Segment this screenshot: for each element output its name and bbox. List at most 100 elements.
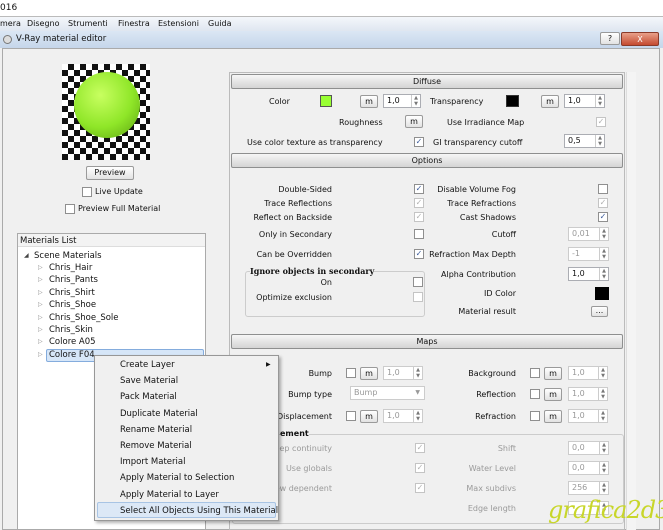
trace-refractions-label: Trace Refractions bbox=[447, 199, 516, 208]
water-level-field[interactable]: 0,0 ▲ ▼ bbox=[568, 461, 609, 475]
roughness-label: Roughness bbox=[339, 118, 383, 127]
cast-shadows-checkbox[interactable]: ✓ bbox=[598, 212, 608, 222]
menu-finestra[interactable]: Finestra bbox=[118, 19, 150, 28]
menu-disegno[interactable]: Disegno bbox=[27, 19, 60, 28]
menu-guida[interactable]: Guida bbox=[208, 19, 231, 28]
transparency-amount-field[interactable]: 1,0 ▲ ▼ bbox=[564, 94, 605, 108]
disable-fog-label: Disable Volume Fog bbox=[437, 185, 516, 194]
id-color-label: ID Color bbox=[484, 289, 516, 298]
context-menu-item[interactable]: Apply Material to Layer bbox=[120, 490, 219, 500]
edge-length-label: Edge length bbox=[467, 504, 516, 513]
preview-sphere bbox=[74, 72, 140, 138]
irradiance-label: Use Irradiance Map bbox=[447, 118, 525, 127]
refraction-map-button[interactable]: m bbox=[544, 410, 562, 423]
maps-header[interactable]: Maps bbox=[231, 334, 623, 349]
material-preview-image bbox=[62, 64, 150, 160]
tree-item-material[interactable]: Chris_Hair bbox=[49, 263, 92, 273]
tree-item-material[interactable]: Chris_Shoe bbox=[49, 300, 96, 310]
expand-icon[interactable]: ▷ bbox=[38, 338, 43, 345]
expand-icon[interactable]: ▷ bbox=[38, 314, 43, 321]
reflection-checkbox[interactable] bbox=[530, 389, 540, 399]
ignore-group-title: Ignore objects in secondary bbox=[250, 266, 375, 276]
tree-item-material[interactable]: Chris_Skin bbox=[49, 325, 93, 335]
context-menu-item[interactable]: Duplicate Material bbox=[120, 409, 198, 419]
trace-refractions-checkbox[interactable]: ✓ bbox=[598, 198, 608, 208]
app-title: 016 bbox=[0, 3, 18, 13]
expand-icon[interactable]: ▷ bbox=[38, 289, 43, 296]
expand-icon[interactable]: ▷ bbox=[38, 301, 43, 308]
id-color-swatch[interactable] bbox=[595, 287, 609, 300]
diffuse-color-swatch[interactable] bbox=[320, 95, 332, 107]
vray-icon bbox=[3, 35, 12, 44]
shift-field[interactable]: 0,0 ▲ ▼ bbox=[568, 441, 609, 455]
help-button[interactable]: ? bbox=[600, 32, 620, 45]
gi-cutoff-field[interactable]: 0,5 ▲ ▼ bbox=[564, 134, 605, 148]
material-result-button[interactable]: ... bbox=[591, 306, 608, 317]
color-amount-field[interactable]: 1,0 ▲ ▼ bbox=[383, 94, 421, 108]
water-level-label: Water Level bbox=[468, 464, 516, 473]
expand-icon[interactable]: ◢ bbox=[24, 252, 29, 259]
options-header[interactable]: Options bbox=[231, 153, 623, 168]
disable-fog-checkbox[interactable] bbox=[598, 184, 608, 194]
trace-reflections-label: Trace Reflections bbox=[264, 199, 332, 208]
displacement-map-button[interactable]: m bbox=[360, 410, 378, 423]
live-update-checkbox[interactable] bbox=[82, 187, 92, 197]
max-subdivs-field[interactable]: 256 ▲ ▼ bbox=[568, 481, 609, 495]
menu-estensioni[interactable]: Estensioni bbox=[158, 19, 199, 28]
transparency-color-swatch[interactable] bbox=[506, 95, 519, 107]
irradiance-checkbox[interactable]: ✓ bbox=[596, 117, 606, 127]
expand-icon[interactable]: ▷ bbox=[38, 276, 43, 283]
context-menu-item[interactable]: Rename Material bbox=[120, 425, 192, 435]
context-menu-item[interactable]: Apply Material to Selection bbox=[120, 473, 234, 483]
refraction-amount-field[interactable]: 1,0 ▲ ▼ bbox=[568, 409, 608, 423]
expand-icon[interactable]: ▷ bbox=[38, 264, 43, 271]
context-menu-item[interactable]: Save Material bbox=[120, 376, 178, 386]
cast-shadows-label: Cast Shadows bbox=[459, 213, 516, 222]
submenu-arrow-icon: ▶ bbox=[266, 361, 271, 368]
tree-root-scene-materials[interactable]: Scene Materials bbox=[34, 251, 102, 261]
diffuse-header[interactable]: Diffuse bbox=[231, 74, 623, 89]
preview-full-checkbox[interactable] bbox=[65, 204, 75, 214]
tree-item-material[interactable]: Chris_Shirt bbox=[49, 288, 95, 298]
close-button[interactable]: X bbox=[621, 32, 659, 46]
cutoff-field[interactable]: 0,01 ▲ ▼ bbox=[568, 227, 609, 241]
roughness-map-button[interactable]: m bbox=[405, 115, 423, 128]
preview-button[interactable]: Preview bbox=[86, 166, 134, 180]
reflection-map-button[interactable]: m bbox=[544, 388, 562, 401]
background-map-button[interactable]: m bbox=[544, 367, 562, 380]
displacement-checkbox[interactable] bbox=[346, 411, 356, 421]
background-amount-field[interactable]: 1,0 ▲ ▼ bbox=[568, 366, 608, 380]
alpha-label: Alpha Contribution bbox=[441, 270, 516, 279]
transparency-map-button[interactable]: m bbox=[541, 95, 559, 108]
color-map-button[interactable]: m bbox=[360, 95, 378, 108]
max-depth-field[interactable]: -1 ▲ ▼ bbox=[568, 247, 609, 261]
gi-cutoff-label: GI transparency cutoff bbox=[433, 138, 523, 147]
context-menu-item[interactable]: Remove Material bbox=[120, 441, 192, 451]
refraction-label: Refraction bbox=[475, 412, 516, 421]
watermark: grafica2d3d bbox=[548, 496, 663, 524]
menu-camera[interactable]: mera bbox=[0, 19, 21, 28]
refraction-checkbox[interactable] bbox=[530, 411, 540, 421]
bump-type-dropdown[interactable]: Bump ▼ bbox=[350, 386, 425, 400]
context-menu-item[interactable]: Create Layer bbox=[120, 360, 175, 370]
shift-label: Shift bbox=[497, 444, 516, 453]
context-menu-item[interactable]: Pack Material bbox=[120, 392, 177, 402]
scrollbar[interactable] bbox=[626, 72, 636, 530]
expand-icon[interactable]: ▷ bbox=[38, 326, 43, 333]
materials-list-header: Materials List bbox=[20, 236, 77, 246]
tree-item-material[interactable]: Colore F04 bbox=[49, 350, 95, 360]
reflection-amount-field[interactable]: 1,0 ▲ ▼ bbox=[568, 387, 608, 401]
color-tex-checkbox[interactable]: ✓ bbox=[414, 137, 424, 147]
reflect-backside-label: Reflect on Backside bbox=[253, 213, 332, 222]
context-menu-item[interactable]: Import Material bbox=[120, 457, 185, 467]
alpha-field[interactable]: 1,0 ▲ ▼ bbox=[568, 267, 609, 281]
bump-map-button[interactable]: m bbox=[360, 367, 378, 380]
bump-checkbox[interactable] bbox=[346, 368, 356, 378]
tree-item-material[interactable]: Colore A05 bbox=[49, 337, 96, 347]
menu-strumenti[interactable]: Strumenti bbox=[68, 19, 108, 28]
background-checkbox[interactable] bbox=[530, 368, 540, 378]
context-menu-item[interactable]: Select All Objects Using This Material bbox=[120, 506, 278, 516]
tree-item-material[interactable]: Chris_Shoe_Sole bbox=[49, 313, 119, 323]
expand-icon[interactable]: ▷ bbox=[38, 351, 43, 358]
tree-item-material[interactable]: Chris_Pants bbox=[49, 275, 98, 285]
